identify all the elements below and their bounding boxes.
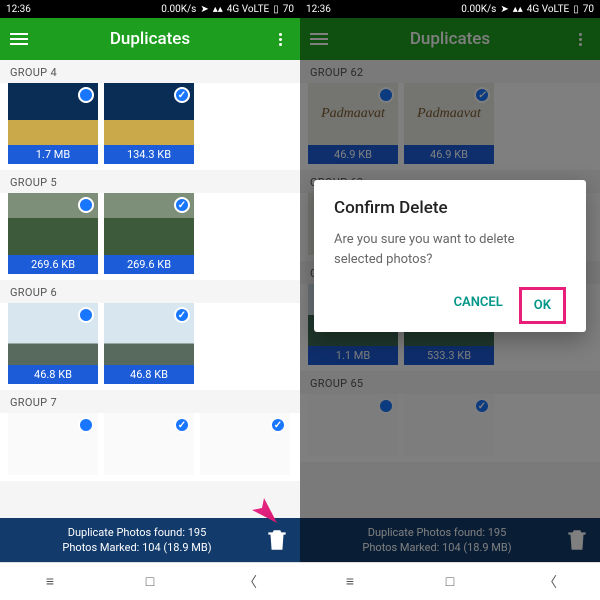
photo-image[interactable] bbox=[8, 193, 98, 255]
trash-icon[interactable] bbox=[264, 527, 290, 553]
photo-image[interactable] bbox=[8, 303, 98, 365]
app-title: Duplicates bbox=[30, 29, 270, 49]
check-icon[interactable] bbox=[174, 307, 190, 323]
photo-size: 134.3 KB bbox=[104, 145, 194, 164]
signal-icon: ▴▴ bbox=[513, 4, 523, 15]
app-bar: Duplicates bbox=[0, 18, 300, 60]
pane-right: 12:36 0.00K/s ➤ ▴▴ 4G VoLTE ▯ 70 Duplica… bbox=[300, 0, 600, 600]
check-icon[interactable] bbox=[174, 417, 190, 433]
location-icon: ➤ bbox=[500, 4, 508, 15]
annotation-arrow bbox=[222, 468, 282, 528]
ok-button[interactable]: OK bbox=[519, 287, 566, 324]
recent-button[interactable]: ≡ bbox=[40, 575, 60, 589]
photo-thumbnail[interactable] bbox=[200, 413, 290, 475]
group-header: GROUP 4 bbox=[0, 60, 300, 83]
signal-icon: ▴▴ bbox=[213, 4, 223, 15]
check-icon[interactable] bbox=[174, 87, 190, 103]
photo-size: 269.6 KB bbox=[8, 255, 98, 274]
status-network: 4G VoLTE bbox=[227, 4, 269, 15]
photo-image[interactable] bbox=[8, 413, 98, 475]
confirm-delete-dialog: Confirm Delete Are you sure you want to … bbox=[314, 180, 586, 332]
selection-dot[interactable] bbox=[78, 197, 94, 213]
selection-dot[interactable] bbox=[78, 87, 94, 103]
photo-thumbnail[interactable] bbox=[104, 413, 194, 475]
home-button[interactable]: □ bbox=[440, 575, 460, 589]
status-network: 4G VoLTE bbox=[527, 4, 569, 15]
photo-image[interactable] bbox=[104, 303, 194, 365]
summary-text: Duplicate Photos found: 195 Photos Marke… bbox=[10, 525, 264, 556]
home-button[interactable]: □ bbox=[140, 575, 160, 589]
photo-thumbnail[interactable]: 1.7 MB bbox=[8, 83, 98, 164]
photo-thumbnail[interactable]: 46.8 KB bbox=[104, 303, 194, 384]
photo-size: 46.8 KB bbox=[8, 365, 98, 384]
photo-thumbnail[interactable]: 269.6 KB bbox=[104, 193, 194, 274]
content-area[interactable]: GROUP 41.7 MB134.3 KBGROUP 5269.6 KB269.… bbox=[0, 60, 300, 518]
dialog-message: Are you sure you want to delete selected… bbox=[334, 230, 566, 269]
photo-image[interactable] bbox=[104, 413, 194, 475]
photo-image[interactable] bbox=[104, 83, 194, 145]
photo-size: 1.7 MB bbox=[8, 145, 98, 164]
android-nav: ≡ □ 〈 bbox=[300, 562, 600, 600]
status-battery: 70 bbox=[583, 4, 594, 15]
pane-left: 12:36 0.00K/s ➤ ▴▴ 4G VoLTE ▯ 70 Duplica… bbox=[0, 0, 300, 600]
status-speed: 0.00K/s bbox=[161, 4, 196, 15]
selection-dot[interactable] bbox=[78, 417, 94, 433]
photo-row: 269.6 KB 269.6 KB bbox=[0, 193, 300, 280]
photo-thumbnail[interactable] bbox=[8, 413, 98, 475]
status-time: 12:36 bbox=[6, 4, 31, 15]
android-nav: ≡ □ 〈 bbox=[0, 562, 300, 600]
check-icon[interactable] bbox=[270, 417, 286, 433]
photo-row: 46.8 KB 46.8 KB bbox=[0, 303, 300, 390]
summary-marked: Photos Marked: 104 (18.9 MB) bbox=[10, 540, 264, 555]
signal-icon: ▯ bbox=[573, 4, 579, 15]
photo-size: 269.6 KB bbox=[104, 255, 194, 274]
status-battery: 70 bbox=[283, 4, 294, 15]
status-bar: 12:36 0.00K/s ➤ ▴▴ 4G VoLTE ▯ 70 bbox=[0, 0, 300, 18]
group-header: GROUP 6 bbox=[0, 280, 300, 303]
status-speed: 0.00K/s bbox=[461, 4, 496, 15]
group-header: GROUP 5 bbox=[0, 170, 300, 193]
selection-dot[interactable] bbox=[78, 307, 94, 323]
check-icon[interactable] bbox=[174, 197, 190, 213]
photo-image[interactable] bbox=[104, 193, 194, 255]
photo-row: 1.7 MB 134.3 KB bbox=[0, 83, 300, 170]
cancel-button[interactable]: CANCEL bbox=[442, 287, 515, 324]
back-button[interactable]: 〈 bbox=[540, 575, 560, 589]
group-header: GROUP 7 bbox=[0, 390, 300, 413]
status-bar: 12:36 0.00K/s ➤ ▴▴ 4G VoLTE ▯ 70 bbox=[300, 0, 600, 18]
back-button[interactable]: 〈 bbox=[240, 575, 260, 589]
photo-thumbnail[interactable]: 46.8 KB bbox=[8, 303, 98, 384]
photo-thumbnail[interactable]: 269.6 KB bbox=[8, 193, 98, 274]
location-icon: ➤ bbox=[200, 4, 208, 15]
photo-image[interactable] bbox=[8, 83, 98, 145]
dialog-title: Confirm Delete bbox=[334, 198, 566, 218]
dialog-actions: CANCEL OK bbox=[334, 287, 566, 324]
photo-size: 46.8 KB bbox=[104, 365, 194, 384]
status-time: 12:36 bbox=[306, 4, 331, 15]
menu-icon[interactable] bbox=[10, 33, 30, 45]
photo-image[interactable] bbox=[200, 413, 290, 475]
more-icon[interactable] bbox=[270, 33, 290, 46]
photo-thumbnail[interactable]: 134.3 KB bbox=[104, 83, 194, 164]
signal-icon: ▯ bbox=[273, 4, 279, 15]
recent-button[interactable]: ≡ bbox=[340, 575, 360, 589]
